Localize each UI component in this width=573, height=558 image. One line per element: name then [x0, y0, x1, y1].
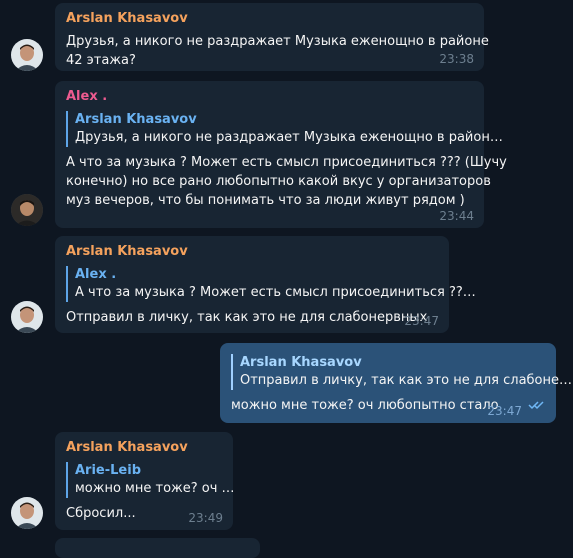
message-text: А что за музыка ? Может есть смысл присо…: [66, 155, 507, 170]
avatar-arslan[interactable]: [11, 301, 43, 333]
sender-name[interactable]: Arslan Khasavov: [66, 439, 222, 457]
avatar-arslan[interactable]: [11, 39, 43, 71]
reply-quote[interactable]: Arie-Leib можно мне тоже? оч …: [66, 462, 235, 498]
message-text: муз вечеров, что бы понимать что за люди…: [66, 193, 465, 208]
message-bubble[interactable]: Arslan Khasavov Друзья, а никого не разд…: [55, 3, 489, 71]
reply-quote[interactable]: Arslan Khasavov Друзья, а никого не разд…: [66, 111, 503, 147]
message-time: 23:44: [439, 209, 474, 223]
message-time: 23:38: [439, 52, 474, 66]
sender-name[interactable]: Arslan Khasavov: [66, 10, 473, 28]
message-time: 23:49: [188, 511, 223, 525]
avatar-image: [11, 301, 43, 333]
sender-name[interactable]: Alex .: [66, 88, 473, 106]
message-bubble-outgoing[interactable]: Arslan Khasavov Отправил в личку, так ка…: [220, 343, 573, 423]
reply-text: Друзья, а никого не раздражает Музыка еж…: [75, 130, 503, 145]
reply-quote[interactable]: Arslan Khasavov Отправил в личку, так ка…: [231, 354, 573, 390]
double-check-icon: [528, 395, 546, 414]
reply-sender: Arslan Khasavov: [240, 355, 362, 370]
avatar-image: [11, 39, 43, 71]
message-bubble[interactable]: Arslan Khasavov Alex . А что за музыка ?…: [55, 236, 476, 333]
avatar-alex[interactable]: [11, 194, 43, 226]
reply-quote[interactable]: Alex . А что за музыка ? Может есть смыс…: [66, 266, 476, 302]
avatar-image: [11, 194, 43, 226]
reply-sender: Arie-Leib: [75, 463, 142, 478]
message-bubble[interactable]: Arslan Khasavov Arie-Leib можно мне тоже…: [55, 432, 235, 530]
avatar-image: [11, 497, 43, 529]
sender-name[interactable]: Arslan Khasavov: [66, 243, 438, 261]
message-text: Отправил в личку, так как это не для сла…: [66, 310, 428, 325]
message-text: Друзья, а никого не раздражает Музыка еж…: [66, 34, 489, 49]
message-time: 23:47: [404, 314, 439, 328]
reply-text: А что за музыка ? Может есть смысл присо…: [75, 285, 476, 300]
avatar-arslan[interactable]: [11, 497, 43, 529]
reply-text: Отправил в личку, так как это не для сла…: [240, 373, 573, 388]
message-bubble-partial[interactable]: [55, 538, 260, 558]
message-text: конечно) но все рано любопытно какой вку…: [66, 174, 491, 189]
message-time: 23:47: [487, 404, 522, 418]
reply-sender: Alex .: [75, 267, 117, 282]
reply-sender: Arslan Khasavov: [75, 112, 197, 127]
message-bubble[interactable]: Alex . Arslan Khasavov Друзья, а никого …: [55, 81, 507, 228]
reply-text: можно мне тоже? оч …: [75, 481, 235, 496]
message-text: 42 этажа?: [66, 53, 136, 68]
